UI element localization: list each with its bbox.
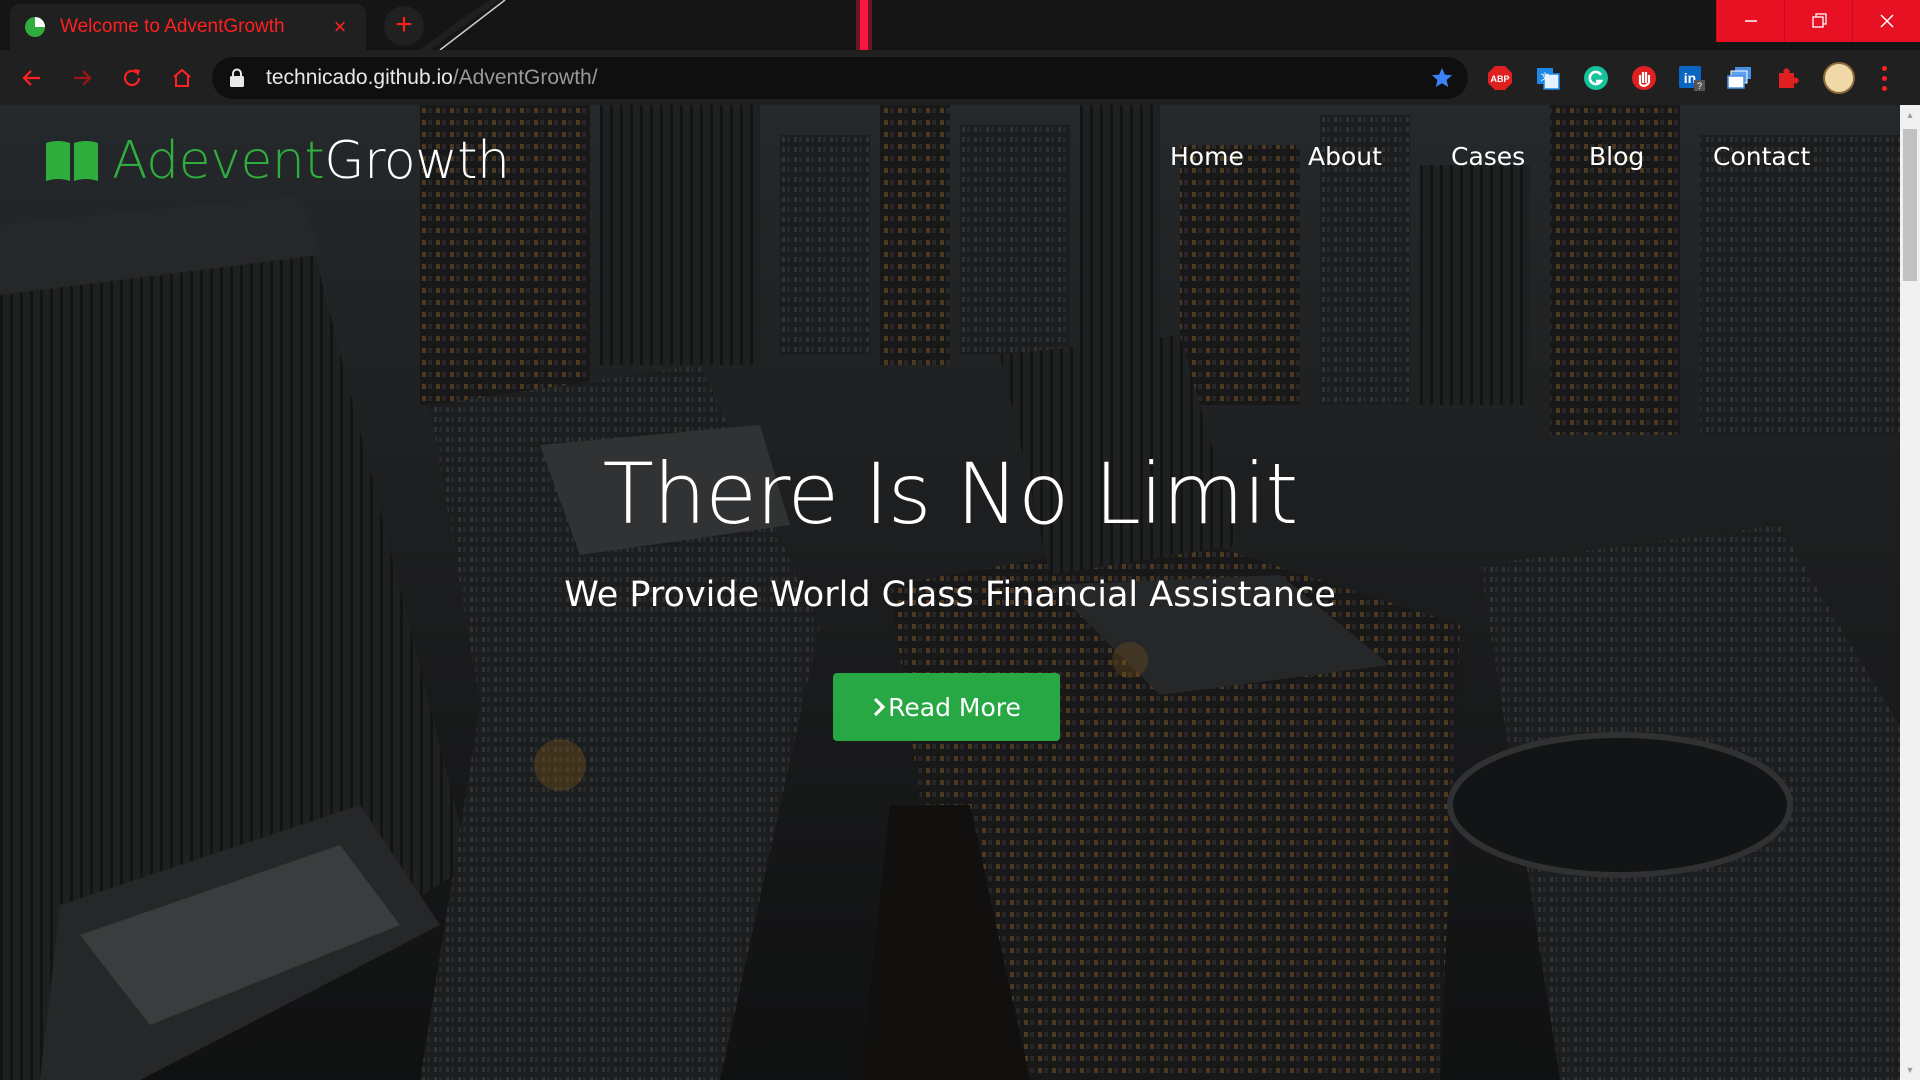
linkedin-icon[interactable]: in? xyxy=(1677,63,1707,93)
browser-toolbar: technicado.github.io/AdventGrowth/ ABP 文… xyxy=(0,50,1920,105)
tab-close-icon[interactable]: × xyxy=(328,14,352,40)
url-path: /AdventGrowth/ xyxy=(452,66,598,89)
lock-icon xyxy=(230,68,244,87)
scroll-down-icon[interactable]: ▼ xyxy=(1900,1060,1920,1080)
hero-title: There Is No Limit xyxy=(602,445,1299,543)
tab-stack-icon[interactable] xyxy=(1725,63,1755,93)
site-header: Adevent Growth Home About Cases Blog Cont… xyxy=(0,105,1900,215)
read-more-button[interactable]: Read More xyxy=(833,673,1060,741)
main-nav: Home About Cases Blog Contact xyxy=(1170,142,1810,171)
theme-decoration xyxy=(420,0,872,50)
logo-text-accent: Adevent xyxy=(112,131,325,191)
nav-blog[interactable]: Blog xyxy=(1589,142,1713,171)
reload-button[interactable] xyxy=(110,56,154,100)
page-viewport: Adevent Growth Home About Cases Blog Cont… xyxy=(0,105,1900,1080)
svg-text:?: ? xyxy=(1697,81,1702,91)
scroll-up-icon[interactable]: ▲ xyxy=(1900,105,1920,125)
extensions-bar: ABP 文 in? xyxy=(1485,58,1889,98)
site-favicon-icon xyxy=(25,17,45,37)
restore-icon xyxy=(1811,13,1827,28)
restore-button[interactable] xyxy=(1784,0,1852,42)
nav-home[interactable]: Home xyxy=(1170,142,1308,171)
open-book-icon xyxy=(46,141,98,181)
svg-text:文: 文 xyxy=(1540,71,1549,82)
chevron-right-icon xyxy=(873,697,886,717)
minimize-button[interactable] xyxy=(1716,0,1784,42)
hand-stop-icon[interactable] xyxy=(1629,63,1659,93)
site-logo[interactable]: Adevent Growth xyxy=(44,131,510,191)
arrow-right-icon xyxy=(74,69,92,86)
forward-button[interactable] xyxy=(60,56,104,100)
minimize-icon xyxy=(1744,20,1757,22)
address-bar[interactable]: technicado.github.io/AdventGrowth/ xyxy=(212,57,1468,99)
arrow-left-icon xyxy=(22,69,40,86)
browser-tab[interactable]: Welcome to AdventGrowth × xyxy=(10,4,366,50)
profile-avatar[interactable] xyxy=(1823,62,1855,94)
reload-icon xyxy=(123,68,141,86)
nav-about[interactable]: About xyxy=(1308,142,1451,171)
close-icon xyxy=(1879,14,1894,28)
browser-menu-icon[interactable] xyxy=(1879,63,1889,93)
puzzle-icon[interactable] xyxy=(1773,63,1803,93)
grammarly-icon[interactable] xyxy=(1581,63,1611,93)
nav-cases[interactable]: Cases xyxy=(1451,142,1589,171)
window-controls xyxy=(1716,0,1920,42)
svg-text:ABP: ABP xyxy=(1490,74,1509,84)
browser-titlebar: Welcome to AdventGrowth × + xyxy=(0,0,1920,50)
url-host: technicado.github.io xyxy=(266,66,453,89)
logo-text-main: Growth xyxy=(324,131,510,191)
home-button[interactable] xyxy=(160,56,204,100)
translate-icon[interactable]: 文 xyxy=(1533,63,1563,93)
adblock-plus-icon[interactable]: ABP xyxy=(1485,63,1515,93)
scroll-thumb[interactable] xyxy=(1903,129,1917,281)
tab-title: Welcome to AdventGrowth xyxy=(60,16,285,37)
nav-contact[interactable]: Contact xyxy=(1713,142,1810,171)
page-scrollbar[interactable]: ▲ ▼ xyxy=(1900,105,1920,1080)
back-button[interactable] xyxy=(10,56,54,100)
bookmark-star-icon[interactable] xyxy=(1430,66,1454,90)
new-tab-button[interactable]: + xyxy=(384,6,424,46)
home-icon xyxy=(173,68,191,87)
read-more-label: Read More xyxy=(888,692,1021,722)
hero-subtitle: We Provide World Class Financial Assista… xyxy=(564,575,1336,615)
close-window-button[interactable] xyxy=(1852,0,1920,42)
